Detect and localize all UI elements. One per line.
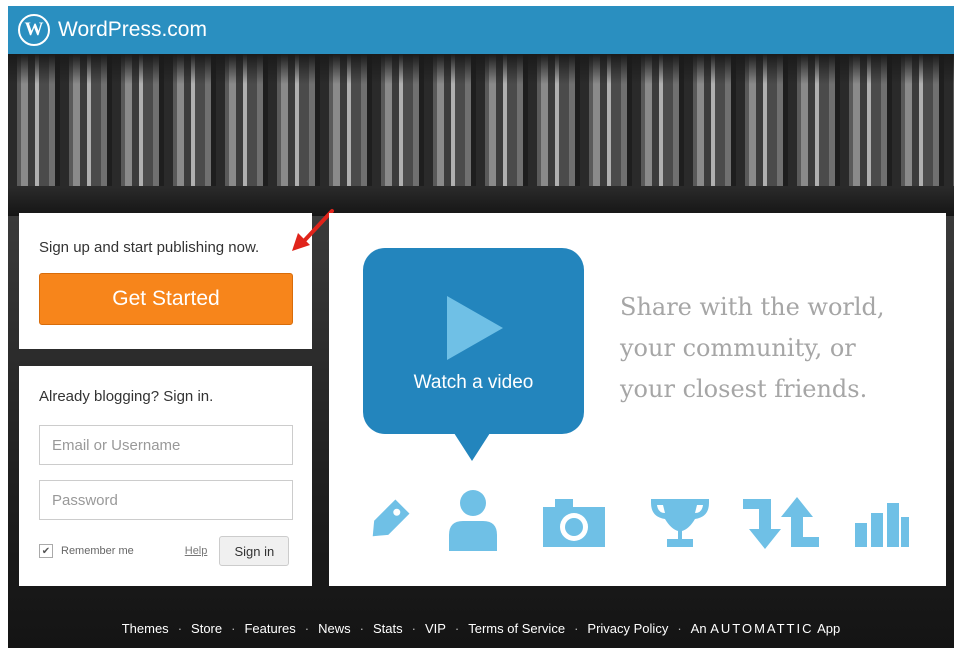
footer-separator: · — [359, 620, 364, 636]
watch-video-button[interactable]: Watch a video — [363, 248, 584, 434]
watch-video-label: Watch a video — [413, 372, 534, 393]
footer-link-themes[interactable]: Themes — [122, 621, 169, 636]
background-shelf — [8, 186, 954, 216]
password-field[interactable]: Password — [39, 480, 293, 520]
footer-link-terms[interactable]: Terms of Service — [468, 621, 565, 636]
signin-row: ✔ Remember me Help Sign in — [39, 536, 292, 566]
play-icon — [447, 296, 503, 360]
footer-an: An — [690, 620, 707, 636]
footer-separator: · — [231, 620, 236, 636]
footer: Themes · Store · Features · News · Stats… — [8, 616, 954, 640]
footer-separator: · — [411, 620, 416, 636]
sync-arrows-icon — [743, 497, 819, 549]
person-icon — [449, 490, 497, 551]
tagline-line-1: Share with the world, — [620, 293, 885, 321]
username-placeholder: Email or Username — [52, 436, 181, 454]
footer-separator: · — [574, 620, 579, 636]
brand-name[interactable]: WordPress.com — [58, 18, 207, 42]
signup-text: Sign up and start publishing now. — [39, 239, 260, 256]
checkmark-icon: ✔ — [41, 545, 51, 557]
signin-panel: Already blogging? Sign in. Email or User… — [19, 366, 312, 586]
footer-link-vip[interactable]: VIP — [425, 621, 446, 636]
footer-link-privacy[interactable]: Privacy Policy — [587, 621, 668, 636]
footer-link-store[interactable]: Store — [191, 621, 222, 636]
signup-panel: Sign up and start publishing now. Get St… — [19, 213, 312, 349]
automattic-link[interactable]: AUTOMATTIC — [710, 621, 813, 636]
video-panel: Watch a video Share with the world, your… — [329, 213, 946, 586]
background-shade — [8, 54, 954, 84]
camera-icon — [543, 499, 605, 547]
top-bar: W WordPress.com — [8, 6, 954, 54]
footer-app: App — [817, 620, 841, 636]
footer-link-stats[interactable]: Stats — [373, 621, 403, 636]
get-started-button[interactable]: Get Started — [39, 273, 293, 325]
trophy-icon — [651, 499, 709, 547]
signin-heading: Already blogging? Sign in. — [39, 388, 214, 405]
tag-icon — [372, 499, 410, 537]
tagline-line-3: your closest friends. — [620, 375, 868, 403]
wordpress-logo-icon[interactable]: W — [18, 14, 50, 46]
page-frame: W WordPress.com Sign up and start publis… — [8, 6, 954, 648]
username-field[interactable]: Email or Username — [39, 425, 293, 465]
footer-separator: · — [454, 620, 460, 636]
remember-me-checkbox[interactable]: ✔ — [39, 544, 53, 558]
tagline: Share with the world, your community, or… — [620, 287, 920, 410]
feature-icons-row — [363, 487, 923, 553]
signin-button[interactable]: Sign in — [219, 536, 290, 566]
bar-chart-icon — [855, 503, 909, 547]
tagline-line-2: your community, or — [620, 334, 856, 362]
help-link[interactable]: Help — [185, 545, 208, 557]
password-placeholder: Password — [52, 491, 118, 509]
footer-separator: · — [677, 620, 682, 636]
footer-separator: · — [177, 620, 183, 636]
remember-me-label[interactable]: Remember me — [61, 545, 134, 557]
video-bubble-tail — [454, 433, 490, 461]
footer-link-news[interactable]: News — [318, 621, 351, 636]
footer-link-features[interactable]: Features — [244, 621, 295, 636]
footer-separator: · — [304, 620, 310, 636]
